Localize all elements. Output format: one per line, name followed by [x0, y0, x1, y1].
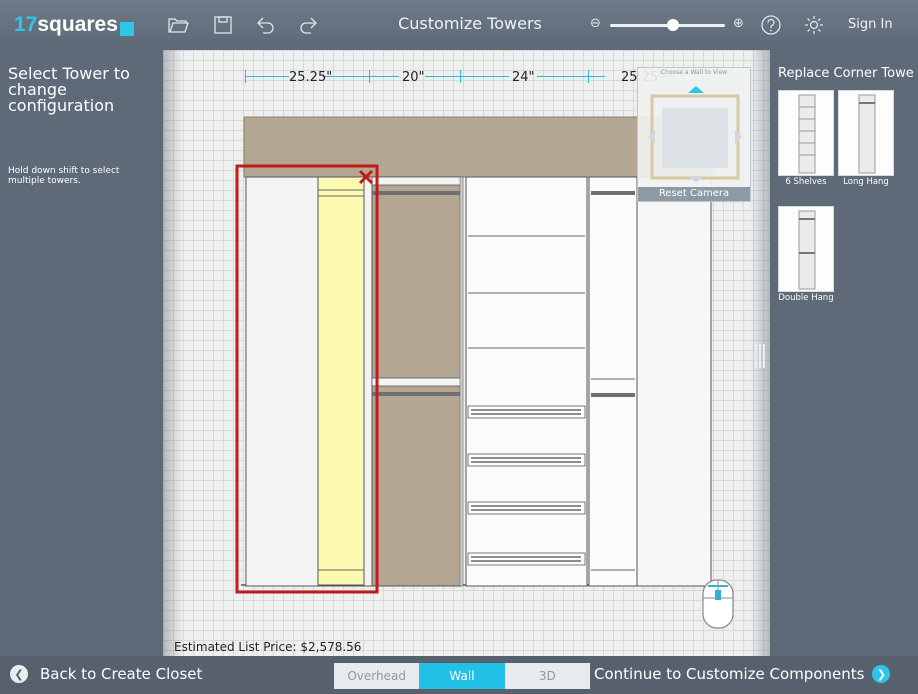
tower-option-6-shelves[interactable]: 6 Shelves [778, 90, 834, 187]
tower-option-double-hang[interactable]: Double Hang [778, 206, 834, 303]
tower-thumbnail [778, 90, 834, 176]
chevron-left-icon: ❮ [10, 665, 28, 683]
zoom-in-icon[interactable]: ⊕ [733, 16, 744, 31]
app-logo[interactable]: 17 squares [14, 11, 134, 39]
zoom-thumb[interactable] [667, 19, 680, 31]
right-panel: Replace Corner Towe 6 Shelves Long Hang … [770, 50, 918, 656]
chevron-right-icon: ❯ [872, 665, 891, 683]
tab-3d[interactable]: 3D [504, 663, 590, 689]
back-button[interactable]: ❮ Back to Create Closet [10, 665, 202, 683]
folder-open-icon[interactable] [167, 14, 189, 36]
top-toolbar: 17 squares Customize Towers ⊖ ⊕ Sign In [0, 0, 918, 50]
tower-option-label: Double Hang [778, 293, 834, 303]
continue-button[interactable]: Continue to Customize Components ❯ [594, 665, 891, 683]
sign-in-link[interactable]: Sign In [848, 17, 893, 32]
zoom-slider[interactable]: ⊖ ⊕ [590, 14, 750, 36]
left-panel-title: Select Tower to change configuration [8, 64, 130, 115]
tab-wall[interactable]: Wall [419, 663, 505, 689]
help-icon[interactable] [760, 14, 782, 36]
save-icon[interactable] [212, 14, 234, 36]
tower-option-long-hang[interactable]: Long Hang [838, 90, 894, 187]
tower-option-label: 6 Shelves [785, 177, 827, 187]
left-panel: Select Tower to change configuration Hol… [0, 50, 163, 656]
right-collapse-handle[interactable] [755, 344, 765, 368]
bottom-bar: ❮ Back to Create Closet Overhead Wall 3D… [0, 656, 918, 694]
tab-overhead[interactable]: Overhead [334, 663, 420, 689]
settings-icon[interactable] [803, 14, 825, 36]
logo-word: squares [37, 13, 118, 36]
continue-label: Continue to Customize Components [594, 665, 865, 683]
left-panel-hint: Hold down shift to select multiple tower… [8, 166, 120, 186]
view-mode-toggle[interactable]: Overhead Wall 3D [334, 663, 590, 689]
tower-thumbnail [838, 90, 894, 176]
tower-option-label: Long Hang [843, 177, 889, 187]
design-canvas[interactable]: 25.25" 20" 24" 25.25" [163, 50, 770, 656]
undo-icon[interactable] [255, 14, 277, 36]
view-picker-title: Choose a Wall to View [660, 69, 728, 76]
zoom-out-icon[interactable]: ⊖ [590, 16, 601, 31]
logo-square [119, 22, 134, 36]
tower-thumbnail [778, 206, 834, 292]
estimated-price: Estimated List Price: $2,578.56 [174, 640, 362, 654]
reset-camera-button[interactable]: Reset Camera [638, 187, 750, 201]
mouse-hint-icon [702, 579, 734, 629]
logo-number: 17 [14, 13, 38, 36]
right-panel-title: Replace Corner Towe [778, 66, 914, 81]
page-title: Customize Towers [398, 14, 542, 33]
back-label: Back to Create Closet [40, 665, 203, 683]
wall-view-picker[interactable]: Choose a Wall to View Reset Camera [637, 67, 751, 202]
redo-icon[interactable] [297, 14, 319, 36]
